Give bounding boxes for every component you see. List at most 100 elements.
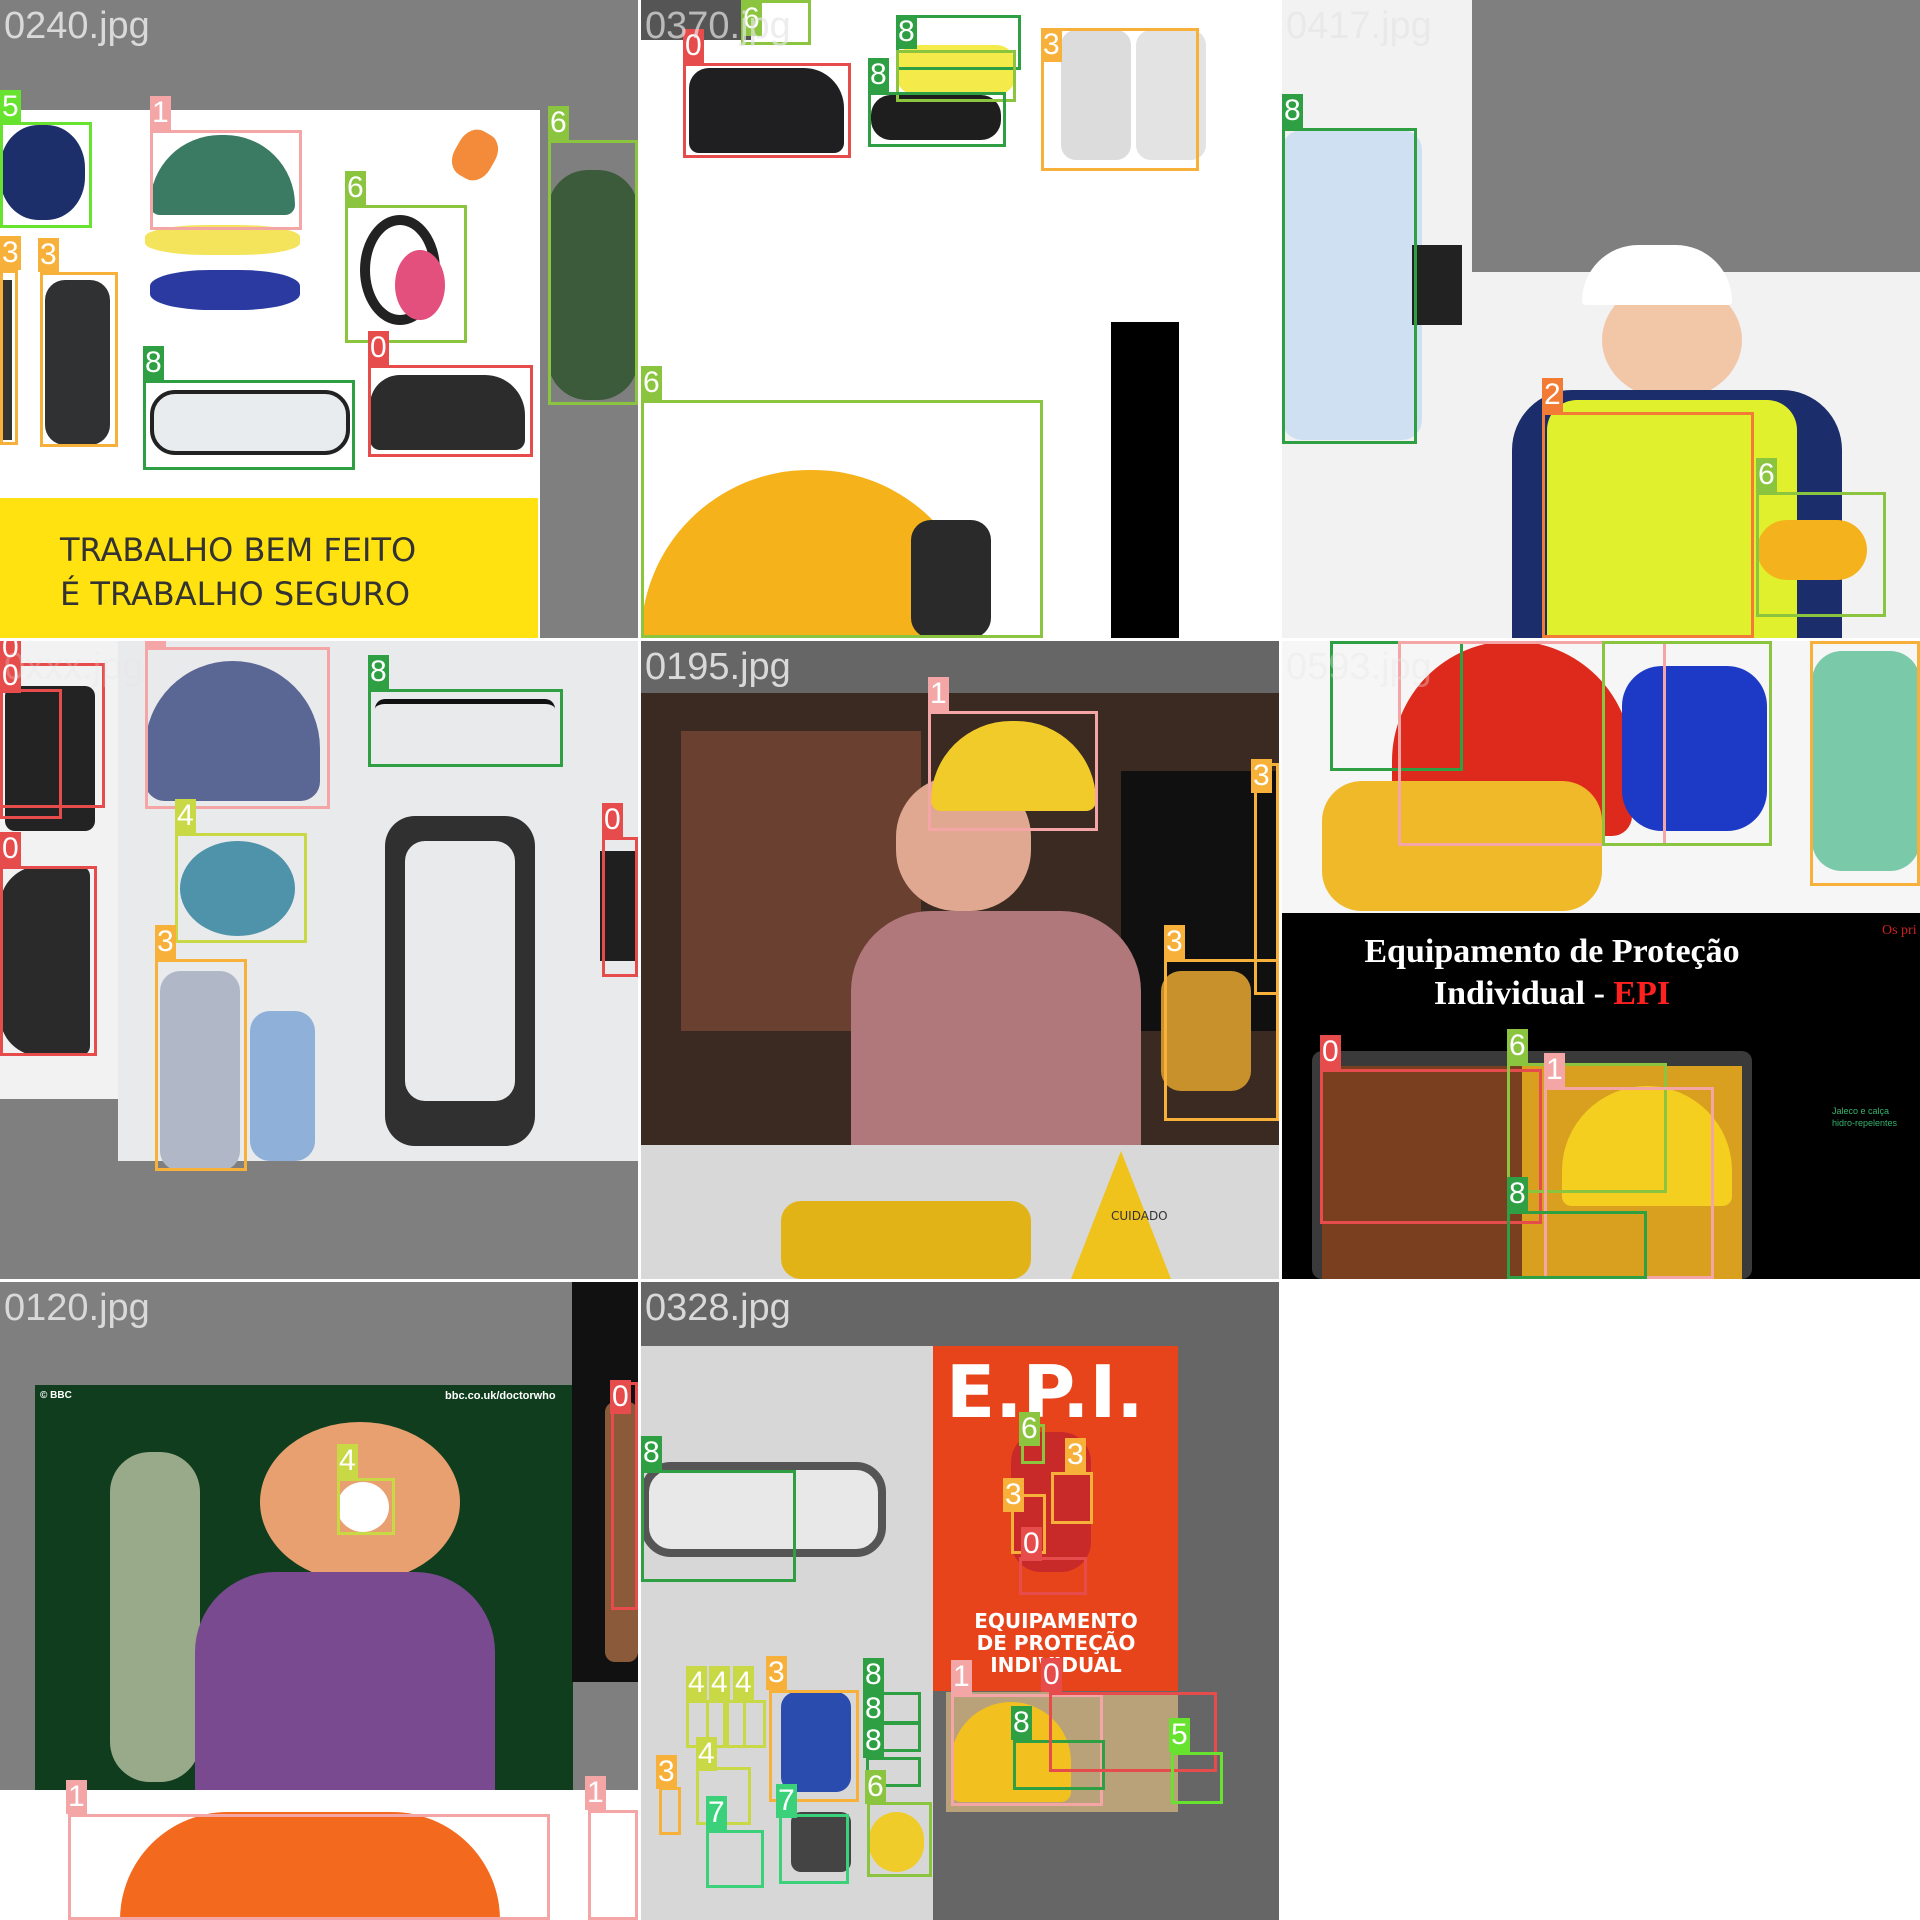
slide-title-line-2: Individual - (1433, 975, 1614, 1012)
bbox-mask (726, 1700, 766, 1748)
slide-title: Equipamento de Proteção Individual - EPI (1322, 931, 1782, 1015)
bbox-label: 1 (928, 677, 949, 711)
bbox-label: 7 (776, 1784, 797, 1818)
bbox-label: 1 (145, 641, 166, 649)
safety-banner: TRABALHO BEM FEITO É TRABALHO SEGURO (0, 498, 538, 638)
bbox-label: 8 (1011, 1706, 1032, 1740)
tile-catalog: 0xxx.jpg 0 0 1 8 0 4 0 3 (0, 641, 638, 1279)
bbox-helmet (145, 647, 330, 809)
bbox-mask (337, 1478, 395, 1535)
bbox-helmet (928, 711, 1098, 831)
bbox-boot (602, 837, 638, 977)
bbox-label: 4 (686, 1666, 707, 1700)
bbox-label: 6 (1756, 458, 1777, 492)
banner-line-1: TRABALHO BEM FEITO (60, 531, 417, 569)
slide-side-text-1: Jaleco e calça (1832, 1106, 1890, 1116)
poster-title: E.P.I. (946, 1350, 1144, 1434)
bbox-earmuff (1602, 641, 1772, 846)
bbox-label: 5 (0, 90, 21, 124)
tile-filename: 0195.jpg (645, 646, 791, 688)
tile-0240: TRABALHO BEM FEITO É TRABALHO SEGURO 024… (0, 0, 638, 638)
bbox-label: 8 (368, 655, 389, 689)
bbox-label: 7 (706, 1796, 727, 1830)
bbox-helmet (68, 1814, 550, 1920)
mosaic-grid: TRABALHO BEM FEITO É TRABALHO SEGURO 0 2 4… (0, 0, 1920, 1920)
tile-filename: 0370.jpg (645, 5, 791, 47)
bbox-label: 8 (863, 1724, 884, 1758)
banner-line-2: É TRABALHO SEGURO (60, 575, 411, 613)
bbox-label: 6 (641, 366, 662, 400)
bbox-label: 0 (368, 331, 389, 365)
bbox-label: 8 (863, 1692, 884, 1726)
bbox-label: 2 (1542, 378, 1563, 412)
bbox-glove (0, 270, 18, 445)
bbox-goggles (641, 1470, 796, 1582)
bbox-label: 0 (610, 1380, 631, 1414)
bbox-glasses (368, 689, 563, 767)
bbox-label: 5 (1169, 1718, 1190, 1752)
bbox-label: 1 (150, 96, 171, 130)
bbox-label: 4 (175, 799, 196, 833)
watermark-left: © BBC (40, 1390, 72, 1401)
bbox-glove (1051, 1472, 1093, 1524)
bbox-earmuff (867, 1802, 932, 1877)
tile-0417: 0417.jpg 8 2 6 (1282, 0, 1920, 638)
empty-cell (1282, 1282, 1920, 1920)
bbox-label: 4 (709, 1666, 730, 1700)
bbox-label: 8 (1282, 94, 1303, 128)
slide-title-epi: EPI (1613, 975, 1671, 1012)
bbox-helmet (150, 130, 302, 230)
bbox-earmuff (345, 205, 467, 343)
bbox-goggles (143, 380, 355, 470)
bbox-label: 1 (585, 1776, 606, 1810)
bbox-glove (155, 959, 247, 1171)
bbox-label: 8 (1507, 1177, 1528, 1211)
tile-filename: 0593.jpg (1286, 646, 1432, 688)
bbox-label: 3 (155, 925, 176, 959)
tile-0195: CUIDADO 0195.jpg 1 3 3 (641, 641, 1279, 1279)
bbox-label: 4 (337, 1444, 358, 1478)
bbox-boot (0, 866, 97, 1056)
bbox-helmet (588, 1810, 638, 1920)
bbox-glove (1810, 641, 1920, 886)
bbox-boot (0, 689, 62, 819)
watermark-right: bbc.co.uk/doctorwho (445, 1390, 556, 1402)
bbox-label: 3 (1041, 28, 1062, 62)
bbox-label: 0 (1021, 1527, 1042, 1561)
bbox-label: 8 (143, 346, 164, 380)
bbox-label: 4 (696, 1737, 717, 1771)
bbox-vest (1542, 412, 1754, 638)
bbox-label: 1 (1544, 1053, 1565, 1087)
caution-sign-text: CUIDADO (1111, 1209, 1168, 1223)
bbox-boot (368, 365, 533, 457)
bbox-label: 1 (66, 1780, 87, 1814)
bbox-boot (1019, 1557, 1087, 1595)
bbox-earmuff (548, 140, 638, 405)
tile-filename: 0120.jpg (4, 1287, 150, 1329)
bbox-gloves (1041, 28, 1199, 171)
bbox-glove (40, 272, 118, 447)
bbox-label: 8 (641, 1436, 662, 1470)
bbox-respirator (1171, 1752, 1223, 1804)
tile-filename: 0328.jpg (645, 1287, 791, 1329)
bbox-label: 8 (863, 1658, 884, 1692)
bbox-respirator (0, 122, 92, 228)
poster-subtitle-1: EQUIPAMENTO (974, 1609, 1138, 1633)
bbox-label: 3 (1251, 759, 1272, 793)
slide-corner-text: Os pri (1882, 923, 1917, 938)
slide-title-line-1: Equipamento de Proteção (1364, 933, 1740, 970)
bbox-label: 6 (1019, 1412, 1040, 1446)
bbox-glove (659, 1787, 681, 1835)
bbox-label: 3 (656, 1755, 677, 1789)
bbox-glasses (1507, 1211, 1647, 1279)
bbox-mask (175, 833, 307, 943)
tile-0328: E.P.I. EQUIPAMENTO DE PROTEÇÃO INDIVIDUA… (641, 1282, 1279, 1920)
bbox-glove (1164, 959, 1279, 1121)
bbox-label: 0 (1041, 1658, 1062, 1692)
bbox-label: 0 (0, 832, 21, 866)
bbox-label: 8 (868, 58, 889, 92)
bbox-label: 3 (1065, 1438, 1086, 1472)
tile-filename: 0417.jpg (1286, 5, 1432, 47)
bbox-boot (683, 63, 851, 158)
bbox-label: 3 (0, 236, 21, 270)
